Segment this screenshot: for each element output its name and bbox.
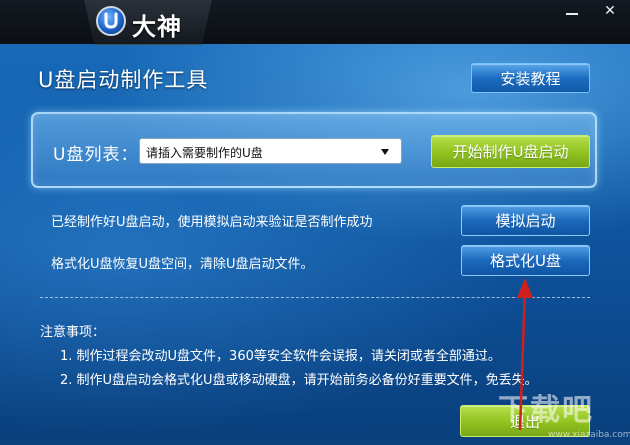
format-usb-button[interactable]: 格式化U盘 [461, 245, 590, 276]
note-item: 2. 制作U盘启动会格式化U盘或移动硬盘，请开始前务必备份好重要文件，免丢失。 [60, 373, 538, 388]
dashen-logo-icon [96, 6, 126, 36]
note-item: 1. 制作过程会改动U盘文件，360等安全软件会误报，请关闭或者全部通过。 [60, 349, 501, 364]
close-button[interactable]: ✕ [591, 0, 629, 22]
minimize-button[interactable] [553, 0, 591, 22]
app-window: 大神 ✕ U盘启动制作工具 安装教程 U盘列表： 请插入需要制作的U盘 开始制作… [0, 0, 630, 445]
usb-drive-select[interactable]: 请插入需要制作的U盘 [139, 138, 402, 164]
simulate-description: 已经制作好U盘启动，使用模拟启动来验证是否制作成功 [51, 215, 373, 230]
minimize-icon [566, 13, 578, 15]
watermark-text: 下载吧 [498, 393, 594, 428]
format-description: 格式化U盘恢复U盘空间，清除U盘启动文件。 [51, 257, 314, 272]
usb-select-value: 请插入需要制作的U盘 [146, 146, 263, 160]
usb-list-label: U盘列表： [53, 145, 139, 165]
close-icon: ✕ [604, 3, 616, 19]
start-make-usb-button[interactable]: 开始制作U盘启动 [431, 135, 590, 168]
install-tutorial-button[interactable]: 安装教程 [471, 63, 590, 93]
simulate-boot-button[interactable]: 模拟启动 [461, 205, 590, 236]
logo-text: 大神 [132, 13, 182, 41]
notes-title: 注意事项： [40, 325, 106, 340]
divider [40, 297, 590, 298]
watermark-url: www.xiazaiba.com [548, 430, 630, 440]
dropdown-arrow-icon [381, 149, 389, 155]
page-title: U盘启动制作工具 [38, 68, 209, 92]
